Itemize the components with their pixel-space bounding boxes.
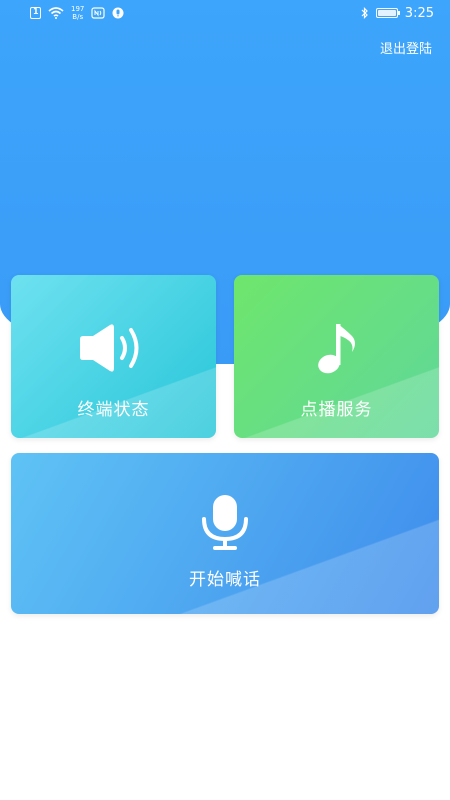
bluetooth-icon: [361, 7, 368, 19]
speed-value: 197: [71, 5, 85, 13]
status-time: 3:25: [404, 5, 434, 21]
status-left: 1 197 B/s: [30, 5, 124, 21]
nfc-icon: [91, 7, 105, 19]
speaker-icon: [76, 321, 152, 375]
terminal-status-card[interactable]: 终端状态: [11, 275, 216, 438]
microphone-icon: [198, 493, 252, 553]
wifi-icon: [48, 7, 64, 19]
status-bar: 1 197 B/s 3:25: [0, 0, 450, 26]
notification-icon: [112, 7, 124, 19]
terminal-status-label: 终端状态: [77, 400, 150, 420]
music-note-icon: [312, 321, 362, 375]
network-speed: 197 B/s: [71, 5, 84, 21]
speed-unit: B/s: [72, 13, 84, 21]
vod-service-card[interactable]: 点播服务: [234, 275, 439, 438]
vod-service-label: 点播服务: [300, 400, 373, 420]
battery-icon: [375, 8, 400, 18]
sim-label: 1: [33, 7, 39, 16]
sim-card-icon: 1: [30, 7, 41, 19]
status-right: 3:25: [361, 6, 434, 21]
logout-button[interactable]: 退出登陆: [380, 38, 432, 57]
start-broadcast-card[interactable]: 开始喊话: [11, 453, 439, 614]
start-broadcast-label: 开始喊话: [189, 570, 261, 590]
